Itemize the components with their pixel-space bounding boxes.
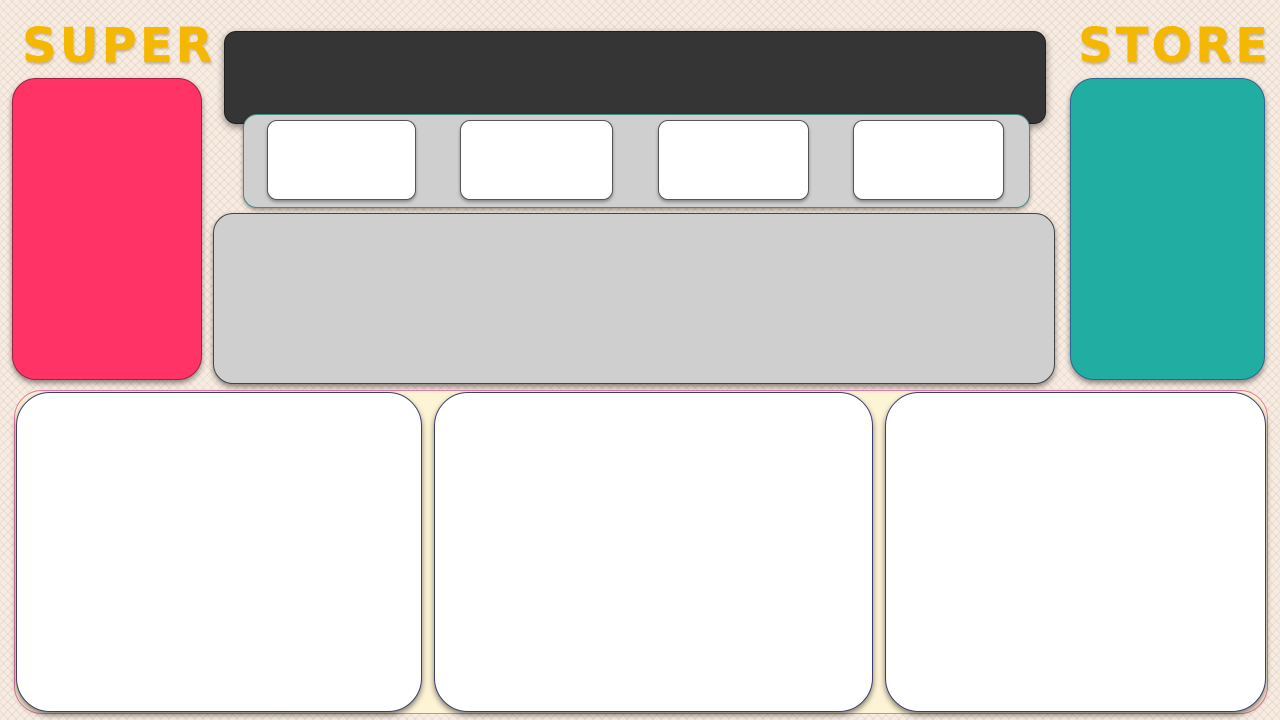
tile-slot-3[interactable] [658,120,809,200]
tile-slot-2[interactable] [460,120,613,200]
brand-store-title: STORE [1078,18,1271,74]
main-display-panel [213,213,1055,384]
product-card-3[interactable] [885,392,1266,712]
right-side-panel[interactable] [1070,78,1265,380]
top-header-bar [224,31,1046,124]
tile-slot-1[interactable] [267,120,416,200]
product-card-1[interactable] [16,392,422,712]
brand-super-title: SUPER [22,18,216,74]
product-card-2[interactable] [434,392,873,712]
left-side-panel[interactable] [12,78,202,380]
tile-slot-4[interactable] [853,120,1004,200]
